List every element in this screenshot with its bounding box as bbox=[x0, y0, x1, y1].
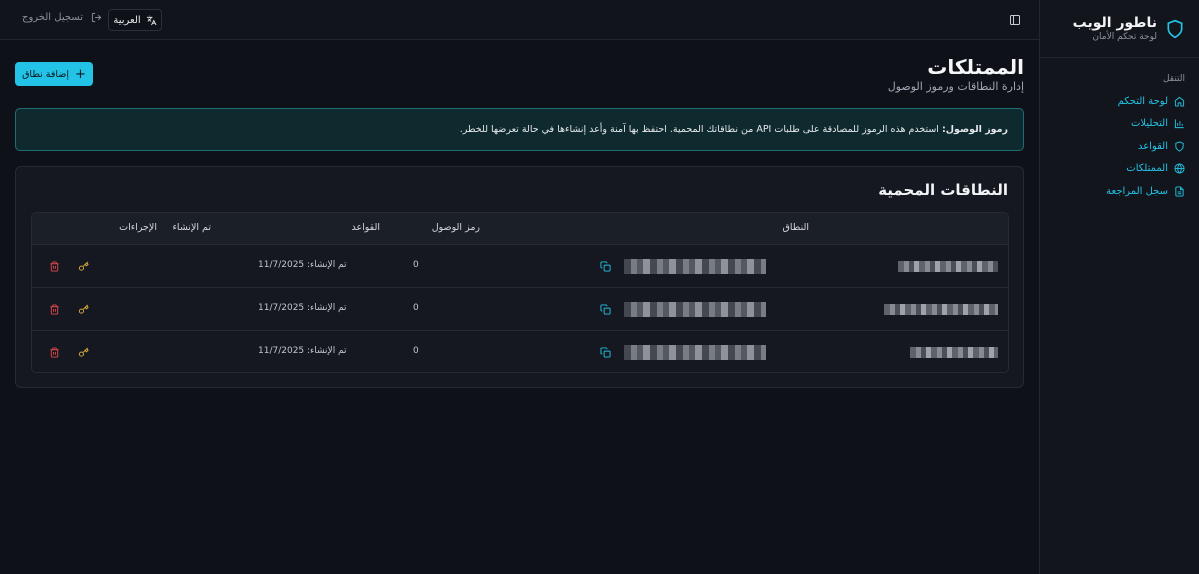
protected-domains-card: النطاقات المحمية النطاق رمز الوصول القوا… bbox=[15, 166, 1024, 388]
globe-icon bbox=[1174, 163, 1185, 175]
plus-icon: + bbox=[75, 66, 86, 82]
sidebar-item-audit-log[interactable]: سجل المراجعة bbox=[1040, 180, 1199, 203]
shield-logo-icon bbox=[1167, 19, 1183, 38]
brand-title: ناطور الويب bbox=[1072, 15, 1157, 31]
sidebar: ناطور الويب لوحة تحكم الأمان التنقل لوحة… bbox=[1039, 0, 1199, 574]
sidebar-item-label: التحليلات bbox=[1130, 118, 1168, 130]
domain-value bbox=[884, 304, 998, 315]
copy-icon[interactable] bbox=[600, 347, 611, 358]
domain-value bbox=[898, 261, 998, 272]
logout-button[interactable]: تسجيل الخروج bbox=[22, 12, 102, 23]
key-icon[interactable] bbox=[78, 261, 89, 272]
copy-icon[interactable] bbox=[600, 304, 611, 315]
add-domain-button[interactable]: إضافة نطاق + bbox=[15, 62, 93, 86]
table-row: 0 تم الإنشاء: 11/7/2025 bbox=[32, 330, 1008, 372]
rules-count: 0 bbox=[413, 303, 419, 313]
alert-text: استخدم هذه الرموز للمصادقة على طلبات API… bbox=[459, 124, 939, 135]
trash-icon[interactable] bbox=[49, 261, 60, 272]
language-toggle-button[interactable]: العربية bbox=[108, 9, 162, 31]
alert-bold-label: رموز الوصول: bbox=[941, 124, 1008, 135]
info-alert: رموز الوصول: استخدم هذه الرموز للمصادقة … bbox=[15, 108, 1024, 151]
trash-icon[interactable] bbox=[49, 304, 60, 315]
created-date: تم الإنشاء: 11/7/2025 bbox=[258, 303, 347, 313]
key-icon[interactable] bbox=[78, 347, 89, 358]
key-icon[interactable] bbox=[78, 304, 89, 315]
logout-icon bbox=[91, 12, 102, 23]
card-title: النطاقات المحمية bbox=[878, 181, 1008, 199]
sidebar-item-properties[interactable]: الممتلكات bbox=[1040, 158, 1199, 181]
table-header: النطاق رمز الوصول القواعد تم الإنشاء الإ… bbox=[32, 213, 1008, 244]
domains-table: النطاق رمز الوصول القواعد تم الإنشاء الإ… bbox=[31, 212, 1009, 373]
sidebar-item-rules[interactable]: القواعد bbox=[1040, 135, 1199, 158]
brand-text: ناطور الويب لوحة تحكم الأمان bbox=[1073, 14, 1157, 43]
trash-icon[interactable] bbox=[49, 347, 60, 358]
sidebar-item-label: الممتلكات bbox=[1126, 163, 1168, 175]
bar-chart-icon bbox=[1174, 119, 1184, 129]
brand: ناطور الويب لوحة تحكم الأمان bbox=[1040, 0, 1199, 58]
home-icon bbox=[1174, 96, 1185, 107]
rules-count: 0 bbox=[413, 346, 419, 356]
app-root: تسجيل الخروج العربية ناطور الويب لوحة تح… bbox=[0, 0, 1199, 574]
nav-heading: التنقل bbox=[1162, 74, 1185, 84]
page-subtitle: إدارة النطاقات ورموز الوصول bbox=[887, 80, 1024, 93]
sidebar-item-label: لوحة التحكم bbox=[1117, 95, 1168, 107]
translate-icon bbox=[146, 14, 157, 25]
sidebar-item-label: سجل المراجعة bbox=[1106, 185, 1168, 197]
header-rules: القواعد bbox=[351, 222, 380, 233]
sidebar-item-analytics[interactable]: التحليلات bbox=[1040, 113, 1199, 136]
add-domain-label: إضافة نطاق bbox=[22, 68, 70, 80]
page-title: الممتلكات bbox=[927, 55, 1024, 79]
header-created: تم الإنشاء bbox=[172, 222, 211, 233]
domain-value bbox=[910, 347, 998, 358]
token-value bbox=[624, 302, 766, 317]
logout-label: تسجيل الخروج bbox=[22, 12, 84, 23]
header-token: رمز الوصول bbox=[431, 222, 480, 233]
shield-icon bbox=[1175, 141, 1184, 152]
created-date: تم الإنشاء: 11/7/2025 bbox=[258, 346, 347, 356]
table-row: 0 تم الإنشاء: 11/7/2025 bbox=[32, 244, 1008, 287]
token-value bbox=[624, 345, 766, 360]
copy-icon[interactable] bbox=[600, 261, 611, 272]
sidebar-toggle-icon[interactable] bbox=[1009, 14, 1021, 26]
header-actions: الإجراءات bbox=[119, 222, 157, 233]
language-label: العربية bbox=[113, 14, 141, 26]
table-row: 0 تم الإنشاء: 11/7/2025 bbox=[32, 287, 1008, 330]
created-date: تم الإنشاء: 11/7/2025 bbox=[258, 260, 347, 270]
brand-subtitle: لوحة تحكم الأمان bbox=[1092, 32, 1157, 42]
sidebar-item-label: القواعد bbox=[1137, 140, 1168, 152]
header-domain: النطاق bbox=[782, 222, 809, 233]
document-icon bbox=[1175, 186, 1184, 197]
topbar: تسجيل الخروج العربية bbox=[0, 0, 1039, 40]
rules-count: 0 bbox=[413, 260, 419, 270]
sidebar-item-dashboard[interactable]: لوحة التحكم bbox=[1040, 90, 1199, 113]
token-value bbox=[624, 259, 766, 274]
